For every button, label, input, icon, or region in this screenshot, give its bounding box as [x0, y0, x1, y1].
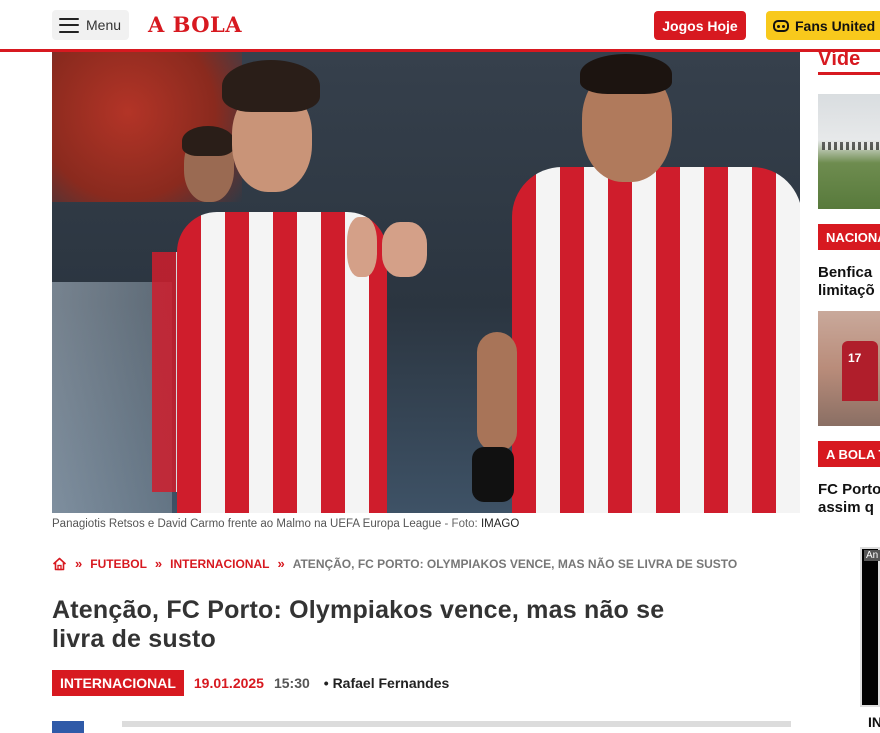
home-icon[interactable] — [52, 557, 67, 571]
site-logo[interactable]: A BOLA — [148, 12, 242, 37]
chevron-right-icon: » — [277, 556, 285, 571]
ad-label: An — [864, 550, 880, 561]
advertisement[interactable] — [860, 547, 880, 707]
menu-label: Menu — [86, 17, 122, 33]
sidebar-bottom-text: IN — [868, 714, 880, 730]
article-date: 19.01.2025 — [193, 675, 264, 691]
sidebar: Víde NACIONA Benfica limitaçõ 17 A BOLA … — [818, 52, 880, 730]
article-author[interactable]: • Rafael Fernandes — [324, 675, 450, 691]
hero-image — [52, 52, 800, 513]
sidebar-heading-underline — [818, 72, 880, 75]
sidebar-heading: Víde — [818, 52, 861, 70]
category-tag[interactable]: INTERNACIONAL — [52, 670, 184, 696]
chevron-right-icon: » — [154, 556, 163, 571]
photo-prefix: Foto: — [451, 518, 478, 530]
breadcrumb-futebol[interactable]: FUTEBOL — [90, 557, 147, 571]
sidebar-article-thumbnail[interactable]: 17 — [818, 311, 880, 426]
sidebar-headline-1-line-2[interactable]: limitaçõ — [818, 282, 875, 300]
article-time: 15:30 — [273, 675, 310, 691]
fans-united-label: Fans United — [795, 17, 876, 34]
breadcrumb-current: ATENÇÃO, FC PORTO: OLYMPIAKOS VENCE, MAS… — [292, 556, 738, 571]
facebook-share-icon[interactable] — [52, 721, 84, 733]
breadcrumb: » FUTEBOL » INTERNACIONAL » ATENÇÃO, FC … — [52, 556, 737, 571]
breadcrumb-internacional[interactable]: INTERNACIONAL — [170, 557, 269, 571]
hamburger-icon — [59, 17, 79, 33]
fans-united-button[interactable]: Fans United — [766, 11, 880, 40]
sidebar-video-thumbnail[interactable] — [818, 94, 880, 209]
article-meta: INTERNACIONAL 19.01.2025 15:30 • Rafael … — [52, 670, 449, 696]
gamepad-icon — [773, 19, 789, 32]
sidebar-tag-nacional[interactable]: NACIONA — [818, 224, 880, 250]
hero-caption: Panagiotis Retsos e David Carmo frente a… — [52, 518, 520, 530]
photo-credit: IMAGO — [480, 518, 520, 530]
sidebar-headline-1-line-1[interactable]: Benfica — [818, 264, 872, 282]
chevron-right-icon: » — [75, 556, 83, 571]
content-divider — [122, 721, 791, 727]
site-header: Menu A BOLA Jogos Hoje Fans United — [0, 0, 880, 52]
sidebar-headline-2-line-2[interactable]: assim q — [818, 499, 874, 517]
article-title: Atenção, FC Porto: Olympiakos vence, mas… — [52, 596, 665, 653]
jogos-hoje-button[interactable]: Jogos Hoje — [654, 11, 746, 40]
sidebar-headline-2-line-1[interactable]: FC Porto — [818, 481, 880, 499]
sidebar-tag-abola-tv[interactable]: A BOLA T — [818, 441, 880, 467]
menu-button[interactable]: Menu — [52, 10, 129, 40]
caption-text: Panagiotis Retsos e David Carmo frente a… — [52, 518, 442, 530]
